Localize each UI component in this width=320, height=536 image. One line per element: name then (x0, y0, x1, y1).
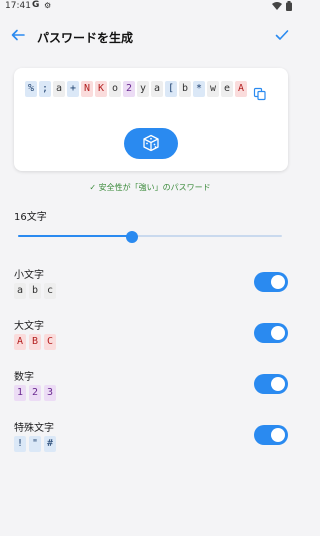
option-row: 大文字 A B C (14, 317, 290, 357)
password-char: o (109, 81, 121, 97)
option-label: 大文字 (14, 321, 44, 332)
option-toggle[interactable] (254, 272, 288, 292)
password-char: e (221, 81, 233, 97)
option-label: 数字 (14, 372, 34, 383)
password-char: ; (39, 81, 51, 97)
wifi-icon (272, 2, 282, 10)
option-row: 数字 1 2 3 (14, 368, 290, 408)
option-samples: abc (14, 283, 56, 299)
status-icons (272, 1, 292, 11)
password-card: %; a + N Ko 2 y a[b * w e A (14, 68, 288, 171)
strength-indicator: ✓ 安全性が「強い」のパスワード (0, 182, 300, 193)
password-char: 2 (123, 81, 135, 97)
sample-char: a (14, 283, 26, 299)
option-label: 小文字 (14, 270, 44, 281)
google-icon: G (32, 0, 40, 10)
option-row: 小文字 a b c (14, 266, 290, 306)
password-char: w (207, 81, 219, 97)
settings-icon: ⚙ (44, 1, 52, 10)
password-char: a (151, 81, 163, 97)
status-bar: 17:41 G ⚙ (0, 0, 300, 14)
password-char: + (67, 81, 79, 97)
sample-char: c (44, 283, 56, 299)
password-char: N (81, 81, 93, 97)
option-toggle[interactable] (254, 374, 288, 394)
toggle-knob (271, 275, 285, 289)
password-char: A (235, 81, 247, 97)
sample-char: 3 (44, 385, 56, 401)
option-label: 特殊文字 (14, 423, 54, 434)
password-char: * (193, 81, 205, 97)
page-title: パスワードを生成 (37, 31, 134, 45)
option-toggle[interactable] (254, 323, 288, 343)
check-icon[interactable] (274, 27, 290, 43)
sample-char: A (14, 334, 26, 350)
generate-button[interactable] (124, 128, 178, 159)
option-samples: ABC (14, 334, 56, 350)
app-bar: パスワードを生成 (0, 22, 300, 52)
sample-char: 2 (29, 385, 41, 401)
option-row: 特殊文字! " # (14, 419, 290, 459)
sample-char: # (44, 436, 56, 452)
battery-icon (286, 1, 292, 11)
length-slider[interactable] (18, 231, 282, 243)
password-char: K (95, 81, 107, 97)
password-char: b (179, 81, 191, 97)
strength-check-icon: ✓ (89, 183, 97, 192)
length-label: 16文字 (14, 212, 47, 223)
slider-thumb[interactable] (125, 231, 138, 243)
back-arrow-icon[interactable] (10, 27, 26, 43)
password-char: a (53, 81, 65, 97)
sample-char: 1 (14, 385, 26, 401)
option-samples: ! " # (14, 436, 56, 452)
password-char: % (25, 81, 37, 97)
sample-char: b (29, 283, 41, 299)
sample-char: B (29, 334, 41, 350)
sample-char: ! (14, 436, 26, 452)
strength-text: 安全性が「強い」のパスワード (98, 183, 211, 192)
copy-icon[interactable] (253, 87, 267, 101)
password-char: y (137, 81, 149, 97)
sample-char: " (29, 436, 41, 452)
toggle-knob (271, 377, 285, 391)
slider-fill (18, 235, 132, 237)
sample-char: C (44, 334, 56, 350)
toggle-knob (271, 428, 285, 442)
password-char: [ (165, 81, 177, 97)
dice-icon (143, 134, 159, 152)
option-samples: 123 (14, 385, 56, 401)
password-characters: %; a + N Ko 2 y a[b * w e A (25, 81, 247, 97)
option-toggle[interactable] (254, 425, 288, 445)
status-time: 17:41 (5, 1, 31, 11)
toggle-knob (271, 326, 285, 340)
